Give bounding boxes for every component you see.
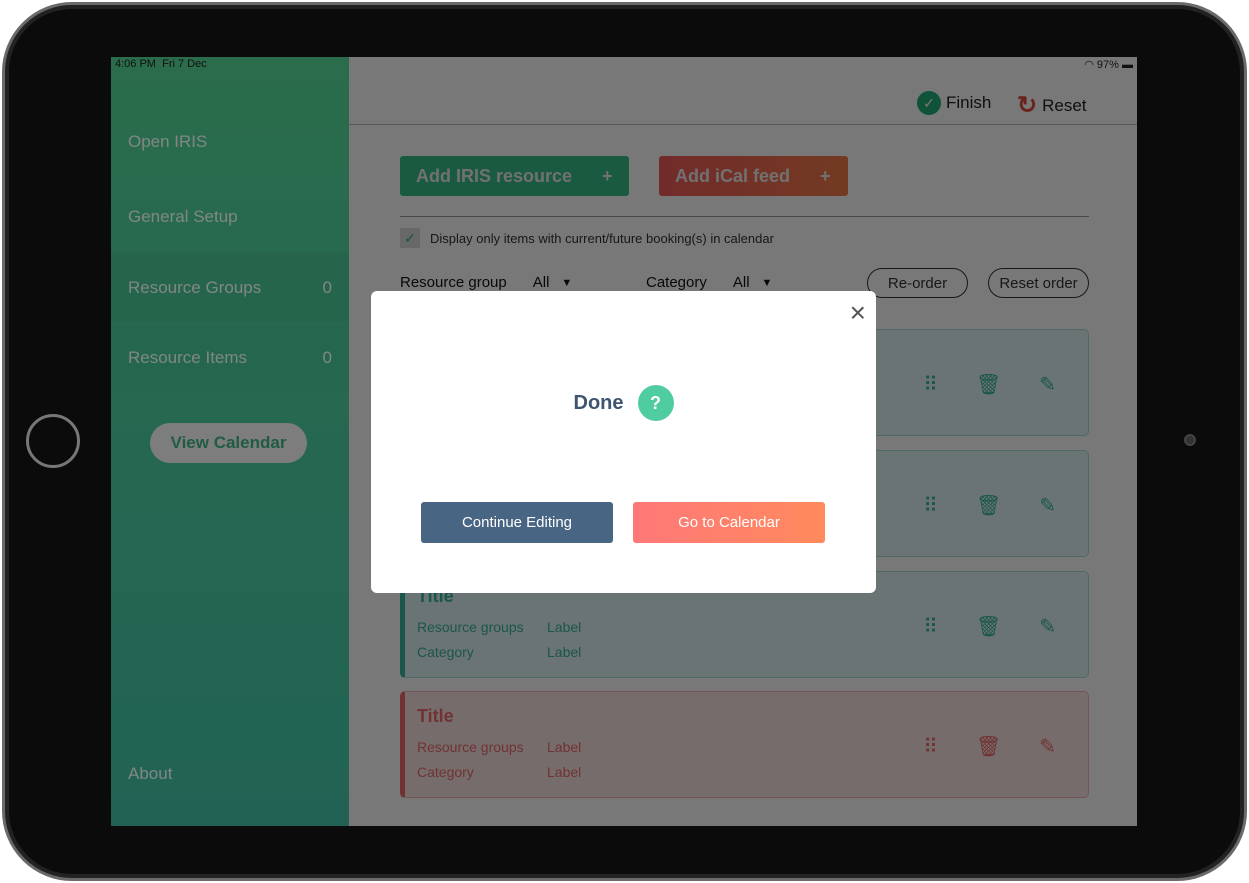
card-actions: ⠿ 🗑 ✎: [923, 493, 1056, 518]
value: Label: [547, 644, 582, 660]
label: Resource group: [400, 274, 507, 291]
time: 4:06 PM: [115, 58, 156, 70]
category-row: Category Label: [417, 644, 581, 660]
card-actions: ⠿ 🗑 ✎: [923, 614, 1056, 639]
reset-button[interactable]: ↻ Reset: [1017, 91, 1087, 120]
caret-down-icon: ▼: [761, 276, 773, 289]
title: Done: [573, 391, 624, 414]
sidebar-item-about[interactable]: About: [128, 764, 332, 784]
trash-icon[interactable]: 🗑: [976, 614, 1001, 639]
home-button: [26, 414, 80, 468]
label: Category: [417, 644, 474, 660]
resource-group-select[interactable]: Resource group All ▼: [400, 274, 572, 291]
close-button[interactable]: ×: [850, 297, 866, 329]
sidebar-item-general-setup[interactable]: General Setup: [128, 207, 332, 227]
label: Finish: [946, 93, 992, 112]
caret-down-icon: ▼: [561, 276, 573, 289]
pencil-icon[interactable]: ✎: [1039, 493, 1056, 518]
label: Display only items with current/future b…: [430, 230, 774, 246]
reset-order-button[interactable]: Reset order: [988, 268, 1089, 298]
value: All: [732, 274, 750, 291]
status-bar: 4:06 PM Fri 7 Dec ◠ 97% ▬: [111, 57, 1137, 74]
count: 0: [322, 348, 332, 367]
check-icon: ✓: [917, 91, 941, 115]
dialog-title: Done?: [371, 385, 876, 421]
sidebar-item-open-iris[interactable]: Open IRIS: [128, 132, 332, 152]
count: 0: [322, 278, 332, 297]
drag-handle-icon[interactable]: ⠿: [923, 493, 938, 518]
card-actions: ⠿ 🗑 ✎: [923, 734, 1056, 759]
drag-handle-icon[interactable]: ⠿: [923, 614, 938, 639]
divider: [400, 216, 1089, 217]
label: Resource groups: [417, 739, 524, 755]
label: Resource groups: [417, 619, 524, 635]
label: About: [128, 764, 173, 783]
resource-groups-row: Resource groups Label: [417, 739, 581, 755]
wifi-icon: ◠: [1084, 59, 1094, 71]
battery: 97%: [1096, 59, 1119, 71]
label: Add IRIS resource: [416, 165, 573, 186]
value: Label: [547, 619, 582, 635]
done-dialog: × Done? Continue Editing Go to Calendar: [371, 291, 876, 593]
pencil-icon[interactable]: ✎: [1039, 614, 1056, 639]
booking-filter-checkbox[interactable]: ✓ Display only items with current/future …: [400, 228, 774, 248]
label: Category: [417, 764, 474, 780]
view-calendar-button[interactable]: View Calendar: [150, 423, 307, 463]
add-iris-resource-button[interactable]: Add IRIS resource +: [400, 156, 629, 196]
reset-icon: ↻: [1017, 92, 1038, 119]
camera: [1184, 434, 1196, 446]
plus-icon: +: [602, 165, 613, 186]
card-actions: ⠿ 🗑 ✎: [923, 372, 1056, 397]
sidebar-item-resource-groups[interactable]: Resource Groups 0: [128, 278, 332, 298]
reorder-button[interactable]: Re-order: [867, 268, 968, 298]
label: Add iCal feed: [675, 165, 791, 186]
pencil-icon[interactable]: ✎: [1039, 734, 1056, 759]
pencil-icon[interactable]: ✎: [1039, 372, 1056, 397]
battery-icon: ▬: [1122, 59, 1133, 71]
trash-icon[interactable]: 🗑: [976, 734, 1001, 759]
sidebar: Open IRIS General Setup Resource Groups 0…: [111, 57, 349, 826]
sidebar-item-resource-items[interactable]: Resource Items 0: [128, 348, 332, 368]
drag-handle-icon[interactable]: ⠿: [923, 372, 938, 397]
trash-icon[interactable]: 🗑: [976, 372, 1001, 397]
category-row: Category Label: [417, 764, 581, 780]
continue-editing-button[interactable]: Continue Editing: [421, 502, 613, 543]
label: Resource Groups: [128, 278, 262, 297]
date: Fri 7 Dec: [162, 58, 207, 70]
finish-button[interactable]: ✓ Finish: [917, 91, 991, 115]
trash-icon[interactable]: 🗑: [976, 493, 1001, 518]
drag-handle-icon[interactable]: ⠿: [923, 734, 938, 759]
value: Label: [547, 764, 582, 780]
label: General Setup: [128, 207, 238, 226]
label: Reset: [1042, 95, 1087, 115]
label: Category: [646, 274, 707, 291]
check-icon: ✓: [400, 228, 420, 248]
screen: 4:06 PM Fri 7 Dec ◠ 97% ▬ Open IRIS Gene…: [111, 57, 1137, 826]
resource-groups-row: Resource groups Label: [417, 619, 581, 635]
label: Resource Items: [128, 348, 248, 367]
card-title: Title: [417, 706, 454, 726]
value: All: [532, 274, 550, 291]
go-to-calendar-button[interactable]: Go to Calendar: [633, 502, 825, 543]
category-select[interactable]: Category All ▼: [646, 274, 772, 291]
question-icon: ?: [637, 385, 674, 421]
plus-icon: +: [820, 165, 831, 186]
resource-card[interactable]: Title Resource groups Label Category Label…: [400, 691, 1089, 798]
value: Label: [547, 739, 582, 755]
label: Open IRIS: [128, 132, 208, 151]
add-ical-feed-button[interactable]: Add iCal feed +: [659, 156, 848, 196]
